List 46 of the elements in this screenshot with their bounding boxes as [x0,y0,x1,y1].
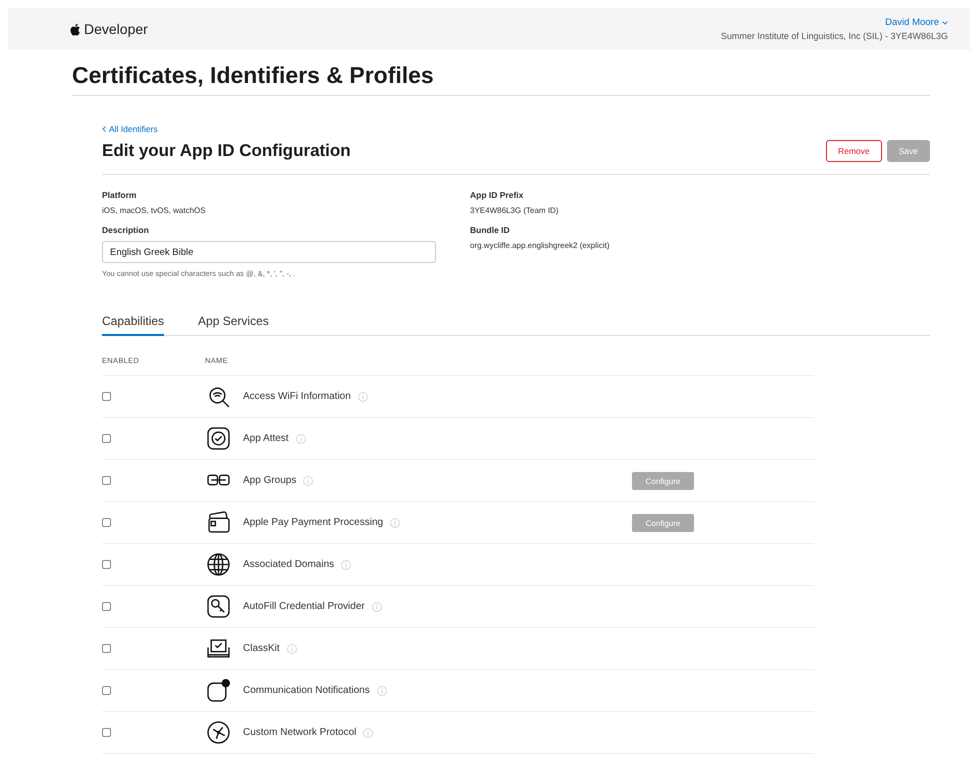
capability-name: Associated Domains [243,559,334,570]
cards-icon [207,511,230,534]
checkbox[interactable] [102,644,111,653]
checkbox[interactable] [102,560,111,569]
capability-name: Communication Notifications [243,685,370,696]
globe-icon [207,553,230,576]
tab[interactable]: Capabilities [102,314,164,336]
key-icon [207,595,230,618]
field-label: Description [102,225,150,235]
team-name: Summer Institute of Linguistics, Inc (SIL) - 3YE4W86L3G [720,31,948,41]
field-value: iOS, macOS, tvOS, watchOS [102,206,207,215]
page-title: Certificates, Identifiers & Profiles [72,62,930,96]
checkbox-board-icon [207,637,230,660]
apple-logo-icon[interactable] [70,22,81,36]
back-link[interactable]: All Identifiers [109,124,158,134]
field-label: Bundle ID [470,225,511,235]
capability-name: Custom Network Protocol [243,727,356,738]
chevron-left-icon[interactable] [102,126,106,132]
checkbox[interactable] [102,686,111,695]
section-heading: Edit your App ID Configuration [102,141,351,161]
wifi-search-icon [207,385,230,408]
capability-name: ClassKit [243,643,280,654]
user-menu[interactable]: David Moore [885,17,939,28]
checkbox[interactable] [102,728,111,737]
capability-name: AutoFill Credential Provider [243,601,365,612]
notification-square-icon [207,679,230,702]
brand-name: Developer [84,21,148,37]
remove-button[interactable]: Remove [826,140,882,162]
field-value: 3YE4W86L3G (Team ID) [470,206,560,215]
capability-name: App Attest [243,433,289,444]
checkbox[interactable] [102,518,111,527]
checkbox[interactable] [102,476,111,485]
field-label: App ID Prefix [470,190,524,200]
field-label: Platform [102,190,138,200]
field-value: org.wycliffe.app.englishgreek2 (explicit) [470,241,610,250]
capability-name: Access WiFi Information [243,391,351,402]
checkbox[interactable] [102,434,111,443]
chevron-down-icon[interactable] [942,20,948,24]
checkbox[interactable] [102,392,111,401]
capability-name: App Groups [243,475,296,486]
tab[interactable]: App Services [198,314,269,336]
badge-check-icon [207,427,230,450]
capability-name: Apple Pay Payment Processing [243,517,384,528]
description-field[interactable]: English Greek Bible [102,241,436,263]
network-globe-icon [207,721,230,744]
checkbox[interactable] [102,602,111,611]
